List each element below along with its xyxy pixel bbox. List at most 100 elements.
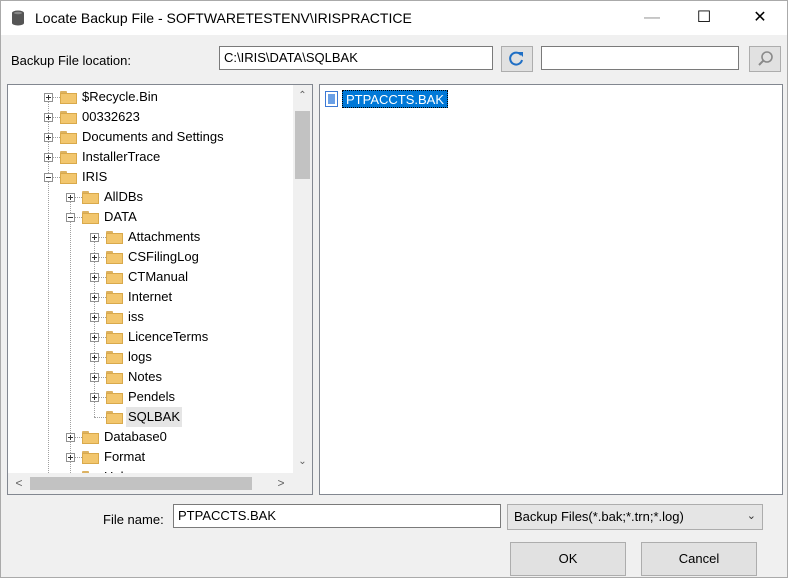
search-input[interactable] <box>541 46 739 70</box>
tree-vertical-scrollbar[interactable]: ⌃ ⌄ <box>293 85 312 473</box>
scroll-up-icon[interactable]: ⌃ <box>293 87 312 105</box>
folder-icon <box>82 431 99 444</box>
expand-plus-icon[interactable] <box>44 153 53 162</box>
tree-node-label: CSFilingLog <box>128 249 199 264</box>
scrollbar-corner <box>293 473 312 494</box>
tree-node[interactable]: Documents and Settings <box>8 127 293 147</box>
refresh-button[interactable] <box>501 46 533 72</box>
tree-node-label: Database0 <box>104 429 167 444</box>
file-type-select[interactable]: Backup Files(*.bak;*.trn;*.log) ⌄ <box>507 504 763 530</box>
database-icon <box>12 10 24 26</box>
expand-plus-icon[interactable] <box>90 353 99 362</box>
tree-node-label: DATA <box>104 209 137 224</box>
scroll-left-icon[interactable]: < <box>10 473 28 494</box>
tree-node[interactable]: Database0 <box>8 427 293 447</box>
tree-vertical-scroll-thumb[interactable] <box>295 111 310 179</box>
file-name-label: File name: <box>103 512 164 527</box>
tree-node[interactable]: CTManual <box>8 267 293 287</box>
tree-node-label: AllDBs <box>104 189 144 204</box>
locate-backup-file-dialog: Locate Backup File - SOFTWARETESTENV\IRI… <box>0 0 788 578</box>
backup-location-label: Backup File location: <box>11 53 131 68</box>
tree-horizontal-scroll-thumb[interactable] <box>30 477 252 490</box>
tree-node[interactable]: IRIS <box>8 167 293 187</box>
tree-node[interactable]: CSFilingLog <box>8 247 293 267</box>
expand-plus-icon[interactable] <box>90 333 99 342</box>
folder-icon <box>60 151 77 164</box>
tree-node[interactable]: SQLBAK <box>8 407 293 427</box>
tree-node-label: Pendels <box>128 389 175 404</box>
folder-icon <box>60 111 77 124</box>
expand-plus-icon[interactable] <box>90 393 99 402</box>
expand-plus-icon[interactable] <box>90 273 99 282</box>
expand-plus-icon[interactable] <box>90 313 99 322</box>
expand-plus-icon[interactable] <box>90 293 99 302</box>
folder-icon <box>60 131 77 144</box>
tree-node[interactable]: DATA <box>8 207 293 227</box>
tree-node[interactable]: LicenceTerms <box>8 327 293 347</box>
folder-icon <box>106 291 123 304</box>
tree-node-label: SQLBAK <box>126 407 183 427</box>
tree-node-label: Internet <box>128 289 173 304</box>
folder-icon <box>106 271 123 284</box>
tree-node[interactable]: Pendels <box>8 387 293 407</box>
tree-node[interactable]: 00332623 <box>8 107 293 127</box>
folder-icon <box>106 411 123 424</box>
folder-icon <box>106 251 123 264</box>
tree-node-label: InstallerTrace <box>82 149 161 164</box>
expand-plus-icon[interactable] <box>90 373 99 382</box>
folder-icon <box>106 351 123 364</box>
folder-icon <box>106 371 123 384</box>
cancel-button[interactable]: Cancel <box>641 542 757 576</box>
tree-node-label: 00332623 <box>82 109 140 124</box>
expand-plus-icon[interactable] <box>44 93 53 102</box>
file-type-value: Backup Files(*.bak;*.trn;*.log) <box>514 509 684 524</box>
tree-node[interactable]: AllDBs <box>8 187 293 207</box>
file-icon <box>325 91 338 107</box>
expand-plus-icon[interactable] <box>90 233 99 242</box>
tree-node[interactable]: Format <box>8 447 293 467</box>
search-button[interactable] <box>749 46 781 72</box>
window-title: Locate Backup File - SOFTWARETESTENV\IRI… <box>35 10 412 26</box>
tree-node[interactable]: iss <box>8 307 293 327</box>
collapse-minus-icon[interactable] <box>66 213 75 222</box>
maximize-button[interactable]: ☐ <box>681 1 727 35</box>
search-icon <box>758 51 773 66</box>
expand-plus-icon[interactable] <box>44 133 53 142</box>
tree-node-label: LicenceTerms <box>128 329 209 344</box>
tree-node-label: Documents and Settings <box>82 129 224 144</box>
tree-horizontal-scrollbar[interactable]: < > <box>8 473 293 494</box>
tree-node[interactable]: InstallerTrace <box>8 147 293 167</box>
folder-icon <box>60 91 77 104</box>
scroll-right-icon[interactable]: > <box>272 473 290 494</box>
expand-plus-icon[interactable] <box>66 433 75 442</box>
expand-plus-icon[interactable] <box>44 113 53 122</box>
tree-node-label: IRIS <box>82 169 108 184</box>
folder-tree-rows: $Recycle.Bin 00332623 Documents and Settin… <box>8 85 293 473</box>
folder-icon <box>60 171 77 184</box>
folder-icon <box>106 331 123 344</box>
tree-node[interactable]: logs <box>8 347 293 367</box>
ok-button[interactable]: OK <box>510 542 626 576</box>
expand-plus-icon[interactable] <box>66 453 75 462</box>
file-list[interactable]: PTPACCTS.BAK <box>319 84 783 495</box>
expand-plus-icon[interactable] <box>66 193 75 202</box>
tree-node[interactable]: Internet <box>8 287 293 307</box>
chevron-down-icon: ⌄ <box>746 510 756 522</box>
folder-tree[interactable]: $Recycle.Bin 00332623 Documents and Settin… <box>7 84 313 495</box>
title-bar[interactable]: Locate Backup File - SOFTWARETESTENV\IRI… <box>1 1 787 35</box>
tree-connector <box>94 417 106 418</box>
tree-node[interactable]: Attachments <box>8 227 293 247</box>
tree-node-label: logs <box>128 349 152 364</box>
tree-node[interactable]: $Recycle.Bin <box>8 87 293 107</box>
backup-location-input[interactable]: C:\IRIS\DATA\SQLBAK <box>219 46 493 70</box>
tree-node-label: Format <box>104 449 146 464</box>
scroll-down-icon[interactable]: ⌄ <box>293 453 312 471</box>
refresh-icon <box>509 51 523 66</box>
expand-plus-icon[interactable] <box>90 253 99 262</box>
collapse-minus-icon[interactable] <box>44 173 53 182</box>
minimize-button[interactable]: — <box>629 1 675 35</box>
close-button[interactable]: ✕ <box>737 1 783 35</box>
tree-node[interactable]: Notes <box>8 367 293 387</box>
tree-node-label: Notes <box>128 369 162 384</box>
file-name-input[interactable]: PTPACCTS.BAK <box>173 504 501 528</box>
